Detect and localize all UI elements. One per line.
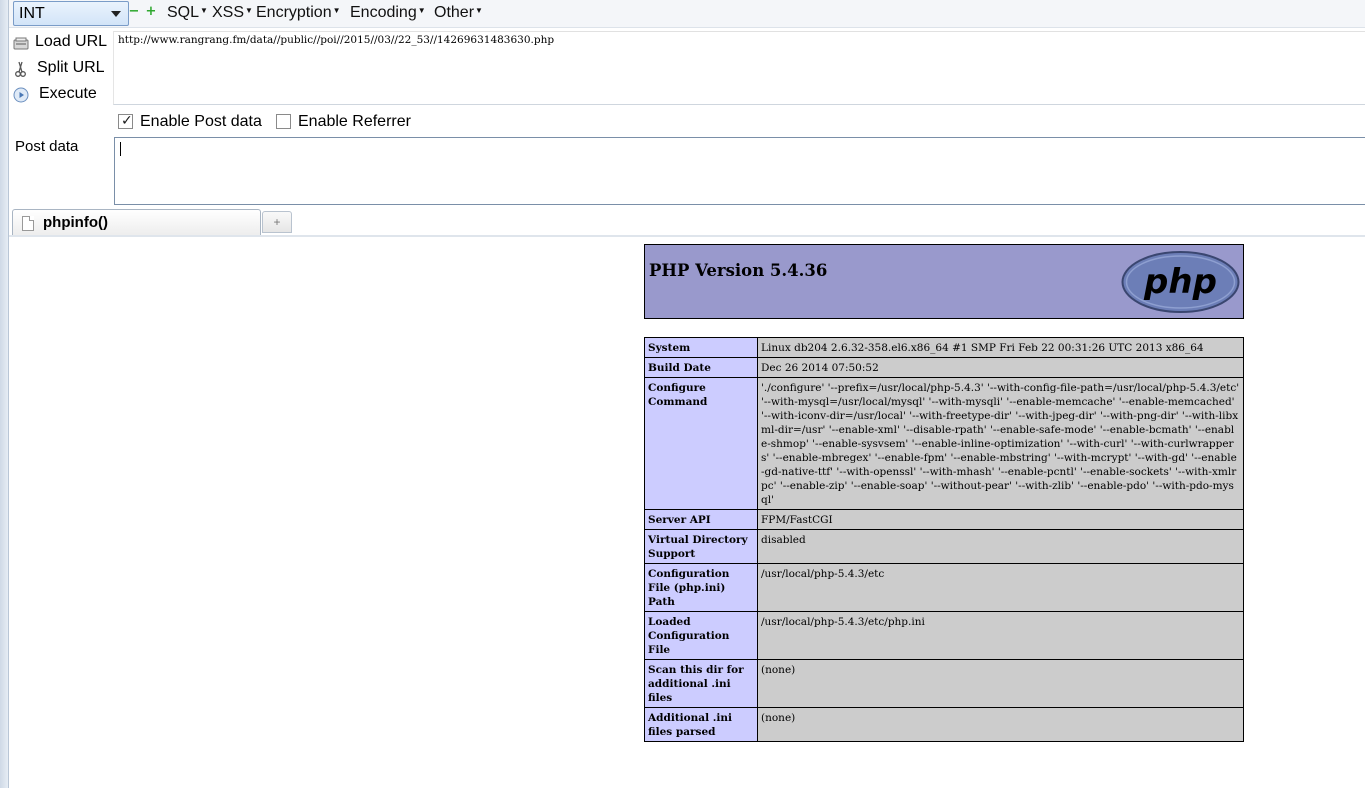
content-divider [9, 235, 1365, 237]
row-value: /usr/local/php-5.4.3/etc [757, 563, 1244, 612]
row-value: (none) [757, 659, 1244, 708]
phpinfo-table: System Linux db204 2.6.32-358.el6.x86_64… [644, 337, 1244, 742]
load-url-icon [13, 37, 29, 50]
php-logo[interactable]: php [1121, 251, 1240, 313]
text-cursor [120, 142, 121, 156]
checkmark-icon: ✓ [121, 113, 133, 129]
table-row: Scan this dir for additional .ini files … [644, 659, 1244, 708]
tab-bar: phpinfo() + [9, 208, 1365, 237]
row-key: System [644, 337, 758, 358]
row-value: Linux db204 2.6.32-358.el6.x86_64 #1 SMP… [757, 337, 1244, 358]
document-icon [22, 216, 34, 231]
row-key: Virtual Directory Support [644, 529, 758, 564]
hackbar-toolbar: INT − + SQL▼ XSS▼ Encryption▼ Encoding▼ … [9, 0, 1365, 28]
row-key: Configure Command [644, 377, 758, 510]
table-row: Additional .ini files parsed (none) [644, 707, 1244, 742]
table-row: Configure Command './configure' '--prefi… [644, 377, 1244, 510]
row-value: FPM/FastCGI [757, 509, 1244, 530]
row-key: Additional .ini files parsed [644, 707, 758, 742]
enable-referrer-label: Enable Referrer [298, 113, 411, 130]
play-icon [13, 87, 29, 103]
php-version-title: PHP Version 5.4.36 [649, 261, 828, 280]
row-key: Build Date [644, 357, 758, 378]
row-value: (none) [757, 707, 1244, 742]
menu-xss[interactable]: XSS▼ [212, 4, 253, 22]
checkbox-box[interactable] [276, 114, 291, 129]
url-textarea[interactable]: http://www.rangrang.fm/data//public//poi… [113, 31, 1365, 105]
row-key: Server API [644, 509, 758, 530]
new-tab-button[interactable]: + [262, 211, 292, 233]
decrement-icon[interactable]: − [128, 5, 140, 18]
php-version-header: PHP Version 5.4.36 php [644, 244, 1244, 319]
menu-other[interactable]: Other▼ [434, 4, 483, 22]
execute-label: Execute [39, 85, 97, 102]
post-data-textarea[interactable] [114, 137, 1365, 205]
plus-icon: + [273, 215, 281, 229]
row-value: Dec 26 2014 07:50:52 [757, 357, 1244, 378]
row-value: disabled [757, 529, 1244, 564]
window-left-edge [0, 0, 9, 788]
table-row: Loaded Configuration File /usr/local/php… [644, 611, 1244, 660]
increment-icon[interactable]: + [145, 5, 157, 18]
row-key: Loaded Configuration File [644, 611, 758, 660]
url-value: http://www.rangrang.fm/data//public//poi… [118, 34, 555, 46]
table-row: Server API FPM/FastCGI [644, 509, 1244, 530]
table-row: Virtual Directory Support disabled [644, 529, 1244, 564]
row-value: './configure' '--prefix=/usr/local/php-5… [757, 377, 1244, 510]
scissors-icon [15, 61, 26, 77]
split-url-label: Split URL [37, 59, 105, 76]
int-type-select[interactable]: INT [13, 1, 129, 26]
int-select-value: INT [19, 5, 45, 22]
menu-encoding[interactable]: Encoding▼ [350, 4, 426, 22]
row-key: Scan this dir for additional .ini files [644, 659, 758, 708]
table-row: Build Date Dec 26 2014 07:50:52 [644, 357, 1244, 378]
chevron-down-icon [111, 11, 121, 17]
tab-title: phpinfo() [43, 214, 108, 231]
menu-sql[interactable]: SQL▼ [167, 4, 208, 22]
enable-post-label: Enable Post data [140, 113, 262, 130]
load-url-label: Load URL [35, 33, 108, 50]
tab-phpinfo[interactable]: phpinfo() [12, 209, 261, 237]
row-key: Configuration File (php.ini) Path [644, 563, 758, 612]
table-row: Configuration File (php.ini) Path /usr/l… [644, 563, 1244, 612]
table-row: System Linux db204 2.6.32-358.el6.x86_64… [644, 337, 1244, 358]
post-data-label: Post data [15, 138, 79, 155]
php-logo-text: php [1143, 262, 1217, 302]
checkbox-box[interactable]: ✓ [118, 113, 133, 129]
row-value: /usr/local/php-5.4.3/etc/php.ini [757, 611, 1244, 660]
menu-encryption[interactable]: Encryption▼ [256, 4, 341, 22]
